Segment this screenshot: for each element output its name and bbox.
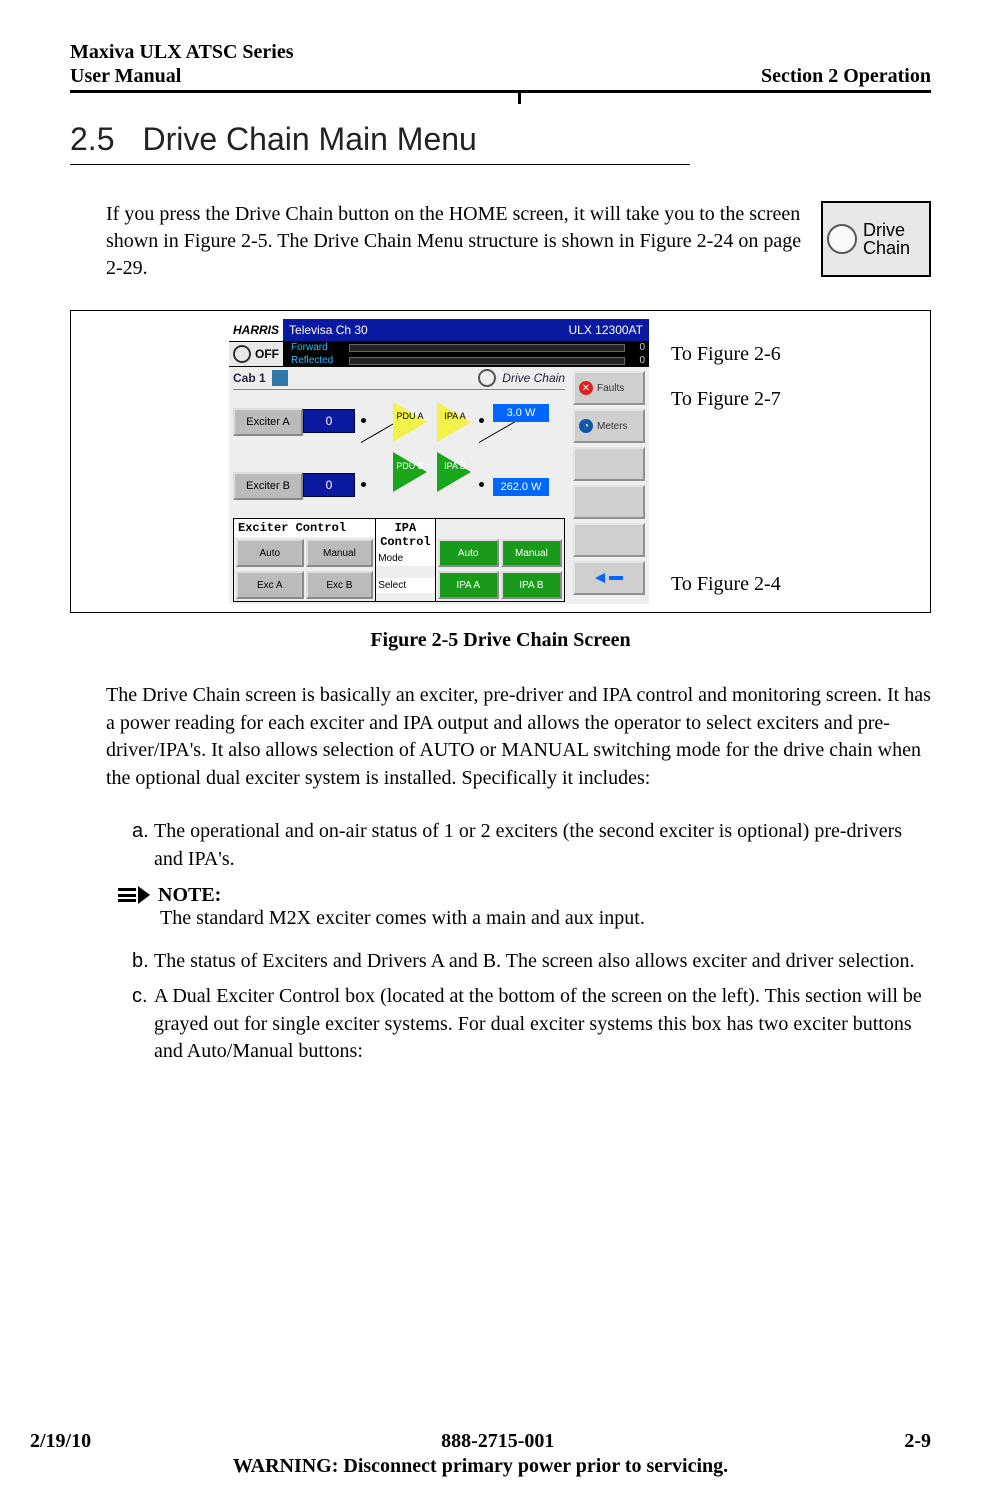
off-label: OFF [255, 347, 279, 361]
faults-label: Faults [597, 383, 624, 394]
pdu-a-block[interactable] [393, 402, 427, 442]
figure-caption: Figure 2-5 Drive Chain Screen [70, 629, 931, 652]
figure-annotations: To Figure 2-6 To Figure 2-7 To Figure 2-… [661, 319, 781, 604]
footer-date: 2/19/10 [30, 1430, 91, 1453]
ipa-control-title: IPA Control [376, 519, 434, 551]
faults-button[interactable]: ✕ Faults [573, 371, 645, 405]
mode-label: Mode [376, 551, 434, 566]
power-top-readout: 3.0 W [493, 404, 549, 422]
pdu-a-label: PDU A [395, 412, 425, 421]
harris-logo: HARRIS [229, 319, 283, 341]
ipa-manual-button[interactable]: Manual [501, 539, 562, 567]
drive-chain-icon [827, 224, 857, 254]
footer-warning: WARNING: Disconnect primary power prior … [30, 1455, 931, 1478]
drive-chain-crumb-icon [478, 369, 496, 387]
side-empty-2 [573, 485, 645, 519]
item-b: The status of Exciters and Drivers A and… [154, 948, 915, 976]
faults-icon: ✕ [579, 381, 593, 395]
reflected-value: 0 [629, 355, 645, 366]
section-number: 2.5 [70, 121, 114, 158]
ipa-a-button[interactable]: IPA A [438, 571, 499, 599]
meters-label: Meters [597, 421, 628, 432]
reflected-label: Reflected [291, 355, 345, 366]
section-rule [70, 164, 690, 165]
side-empty-3 [573, 523, 645, 557]
ipa-a-block[interactable] [437, 402, 471, 442]
marker-a: a. [132, 818, 154, 873]
off-icon [233, 345, 251, 363]
ipa-a-label: IPA A [440, 412, 470, 421]
forward-label: Forward [291, 342, 345, 353]
pdu-b-label: PDU B [395, 462, 425, 471]
drive-chain-chip[interactable]: Drive Chain [821, 201, 931, 277]
note-block: NOTE: The standard M2X exciter comes wit… [118, 884, 931, 930]
exc-b-button[interactable]: Exc B [306, 571, 374, 599]
forward-meter [349, 344, 625, 352]
exciter-a-value: 0 [303, 409, 355, 433]
exciter-control-title: Exciter Control [234, 519, 375, 537]
header-product: Maxiva ULX ATSC Series [70, 40, 294, 64]
footer-page: 2-9 [904, 1430, 931, 1453]
pdu-b-block[interactable] [393, 452, 427, 492]
header-divider-tick [518, 90, 521, 104]
drive-chain-screen: HARRIS Televisa Ch 30 ULX 12300AT OFF Fo… [229, 319, 649, 604]
screen-title-center: Televisa Ch 30 [289, 323, 368, 337]
exciter-a-button[interactable]: Exciter A [233, 408, 303, 436]
page-header: Maxiva ULX ATSC Series User Manual Secti… [70, 40, 931, 93]
side-empty-1 [573, 447, 645, 481]
figure-2-5: HARRIS Televisa Ch 30 ULX 12300AT OFF Fo… [70, 310, 931, 613]
crumb-title: Drive Chain [502, 371, 565, 385]
select-label: Select [376, 578, 434, 593]
ipa-b-block[interactable] [437, 452, 471, 492]
item-a: The operational and on-air status of 1 o… [154, 818, 931, 873]
ipa-b-button[interactable]: IPA B [501, 571, 562, 599]
exciter-b-button[interactable]: Exciter B [233, 472, 303, 500]
body-paragraph: The Drive Chain screen is basically an e… [106, 682, 931, 792]
footer-docnum: 888-2715-001 [441, 1430, 554, 1453]
exc-a-button[interactable]: Exc A [236, 571, 304, 599]
note-body: The standard M2X exciter comes with a ma… [160, 907, 931, 930]
exciter-b-value: 0 [303, 473, 355, 497]
section-title: Drive Chain Main Menu [142, 121, 476, 158]
meters-button[interactable]: ◔ Meters [573, 409, 645, 443]
section-heading: 2.5 Drive Chain Main Menu [70, 121, 931, 158]
marker-c: c. [132, 983, 154, 1066]
drive-chip-line2: Chain [863, 239, 910, 257]
exciter-auto-button[interactable]: Auto [236, 539, 304, 567]
crumb-cab[interactable]: Cab 1 [233, 371, 266, 385]
forward-value: 0 [629, 342, 645, 353]
anno-fig-2-6: To Figure 2-6 [671, 343, 781, 366]
screen-title-right: ULX 12300AT [569, 323, 644, 337]
back-arrow-icon [595, 573, 605, 583]
marker-b: b. [132, 948, 154, 976]
back-arrow-stem [609, 576, 623, 580]
anno-fig-2-4: To Figure 2-4 [671, 573, 781, 596]
off-button[interactable]: OFF [229, 342, 283, 366]
intro-paragraph: If you press the Drive Chain button on t… [106, 201, 805, 282]
header-manual: User Manual [70, 64, 294, 88]
ipa-b-label: IPA B [440, 462, 470, 471]
drive-chip-line1: Drive [863, 221, 910, 239]
side-panel: ✕ Faults ◔ Meters [569, 367, 649, 604]
note-arrow-icon [118, 886, 150, 904]
note-heading: NOTE: [158, 884, 221, 907]
header-section: Section 2 Operation [761, 65, 931, 88]
home-icon[interactable] [272, 370, 288, 386]
anno-fig-2-7: To Figure 2-7 [671, 388, 781, 411]
power-bottom-readout: 262.0 W [493, 478, 549, 496]
exciter-manual-button[interactable]: Manual [306, 539, 374, 567]
back-button[interactable] [573, 561, 645, 595]
control-row: Exciter Control Auto Manual Exc A Exc B [233, 518, 565, 602]
page-footer: 2/19/10 888-2715-001 2-9 WARNING: Discon… [30, 1430, 931, 1478]
reflected-meter [349, 357, 625, 365]
ipa-auto-button[interactable]: Auto [438, 539, 499, 567]
meters-icon: ◔ [579, 419, 593, 433]
chain-diagram: Exciter A 0 Exciter B 0 PDU A IPA A PDU … [233, 394, 565, 514]
item-c: A Dual Exciter Control box (located at t… [154, 983, 931, 1066]
